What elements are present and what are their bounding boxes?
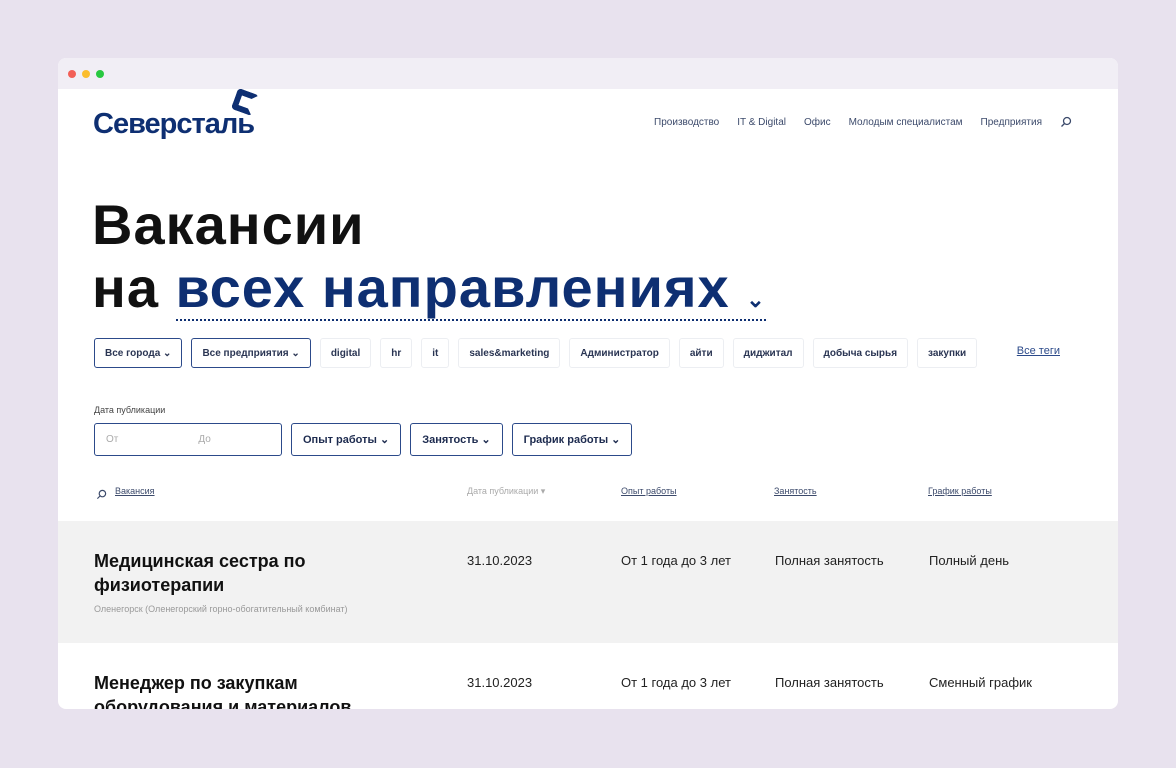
tag-filters: Все города ⌄ Все предприятия ⌄ digital h… [94, 338, 978, 368]
search-icon[interactable] [1060, 116, 1072, 128]
browser-window: Северсталь Производство IT & Digital Офи… [58, 58, 1118, 709]
tag[interactable]: закупки [917, 338, 978, 368]
logo[interactable]: Северсталь [93, 108, 255, 141]
title-prefix: на [92, 256, 159, 319]
company-select[interactable]: Все предприятия ⌄ [191, 338, 311, 368]
nav-office[interactable]: Офис [804, 117, 831, 128]
nav-it-digital[interactable]: IT & Digital [737, 117, 786, 128]
tag[interactable]: digital [319, 338, 372, 368]
close-dot[interactable] [68, 69, 76, 78]
job-employment: Полная занятость [775, 553, 884, 568]
schedule-label: График работы [523, 433, 609, 446]
page-title: Вакансии на всех направлениях ⌄ [92, 193, 766, 331]
job-experience: От 1 года до 3 лет [621, 553, 731, 568]
job-date: 31.10.2023 [467, 553, 533, 568]
title-bar [58, 58, 1118, 89]
all-tags-link[interactable]: Все теги [1017, 345, 1060, 357]
company-label: Все предприятия [202, 347, 289, 359]
job-location: Оленегорск (Оленегорский горно-обогатите… [94, 604, 348, 614]
direction-label: всех направлениях [175, 256, 730, 319]
nav-companies[interactable]: Предприятия [981, 117, 1042, 128]
nav-young[interactable]: Молодым специалистам [849, 117, 963, 128]
header-experience[interactable]: Опыт работы [621, 486, 677, 496]
tag[interactable]: добыча сырья [812, 338, 909, 368]
job-experience: От 1 года до 3 лет [621, 675, 731, 690]
city-select[interactable]: Все города ⌄ [94, 338, 183, 368]
table-row[interactable]: Менеджер по закупкам оборудования и мате… [58, 643, 1118, 709]
date-from[interactable]: От [106, 434, 118, 445]
job-employment: Полная занятость [775, 675, 884, 690]
tag[interactable]: Администратор [569, 338, 670, 368]
experience-label: Опыт работы [303, 433, 377, 446]
tag[interactable]: sales&marketing [458, 338, 561, 368]
job-schedule: Сменный график [929, 675, 1032, 690]
tag[interactable]: айти [678, 338, 724, 368]
search-icon[interactable] [96, 489, 107, 500]
chevron-down-icon: ⌄ [746, 287, 766, 312]
minimize-dot[interactable] [82, 69, 90, 78]
header-date[interactable]: Дата публикации ▾ [467, 486, 545, 497]
date-label: Дата публикации [94, 405, 166, 415]
job-title[interactable]: Менеджер по закупкам оборудования и мате… [94, 671, 394, 709]
header-employment[interactable]: Занятость [774, 486, 817, 496]
direction-selector[interactable]: всех направлениях ⌄ [175, 256, 766, 321]
employment-select[interactable]: Занятость ⌄ [410, 423, 503, 456]
title-line1: Вакансии [92, 193, 365, 256]
experience-select[interactable]: Опыт работы ⌄ [291, 423, 402, 456]
job-date: 31.10.2023 [467, 675, 533, 690]
main-nav: Производство IT & Digital Офис Молодым с… [654, 116, 1072, 128]
header-schedule[interactable]: График работы [928, 486, 992, 496]
table-row[interactable]: Медицинская сестра по физиотерапии Олене… [58, 521, 1118, 643]
job-title[interactable]: Медицинская сестра по физиотерапии [94, 549, 394, 597]
maximize-dot[interactable] [96, 69, 104, 78]
employment-label: Занятость [422, 433, 479, 446]
nav-production[interactable]: Производство [654, 117, 719, 128]
filter-row: От До Опыт работы ⌄ Занятость ⌄ График ра… [94, 423, 633, 456]
job-schedule: Полный день [929, 553, 1010, 568]
header-vacancy[interactable]: Вакансия [115, 486, 155, 496]
tag[interactable]: hr [380, 338, 413, 368]
tag[interactable]: диджитал [732, 338, 804, 368]
city-label: Все города [105, 347, 161, 359]
tag[interactable]: it [421, 338, 450, 368]
date-range-input[interactable]: От До [94, 423, 282, 456]
schedule-select[interactable]: График работы ⌄ [511, 423, 633, 456]
header-date-label: Дата публикации [467, 486, 539, 496]
date-to[interactable]: До [198, 434, 210, 445]
